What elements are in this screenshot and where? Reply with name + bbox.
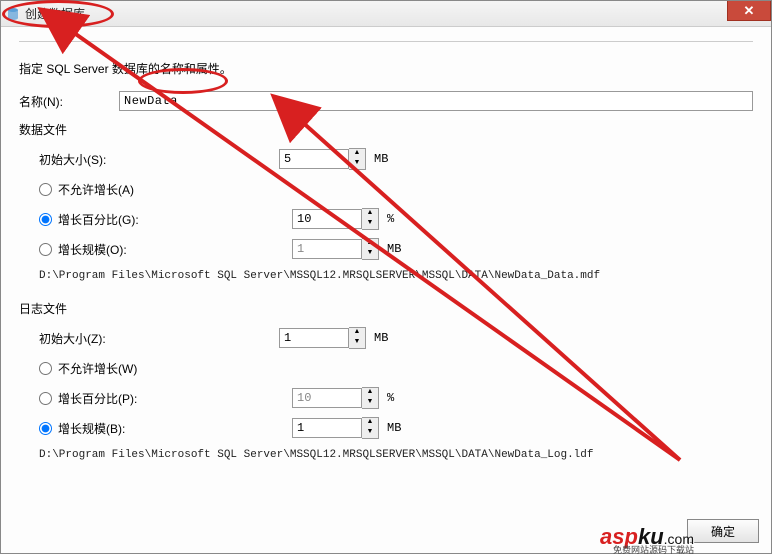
spin-down-icon[interactable]: ▼	[349, 159, 365, 169]
name-label: 名称(N):	[19, 93, 119, 110]
log-growth-percent-input	[292, 388, 362, 408]
unit-label: MB	[387, 242, 401, 256]
log-initial-size-row: 初始大小(Z): ▲▼ MB	[39, 327, 753, 349]
titlebar: 创建数据库 ✕	[1, 1, 771, 27]
name-input[interactable]	[119, 91, 753, 111]
divider	[19, 41, 753, 42]
spin-up-icon: ▲	[362, 239, 378, 249]
log-no-growth-radio[interactable]	[39, 362, 52, 375]
spinner-buttons[interactable]: ▲▼	[362, 417, 379, 439]
data-growth-percent-radio[interactable]	[39, 213, 52, 226]
data-initial-size-label: 初始大小(S):	[39, 151, 279, 168]
dialog-window: 创建数据库 ✕ 指定 SQL Server 数据库的名称和属性。 名称(N): …	[0, 0, 772, 554]
log-file-header: 日志文件	[19, 300, 753, 317]
log-no-growth-label: 不允许增长(W)	[58, 360, 292, 377]
unit-label: MB	[374, 152, 388, 166]
spinner-buttons: ▲▼	[362, 387, 379, 409]
log-growth-size-radio[interactable]	[39, 422, 52, 435]
unit-label: MB	[387, 421, 401, 435]
log-growth-percent-label: 增长百分比(P):	[58, 390, 292, 407]
watermark-subtitle: 免费网站源码下载站	[613, 543, 694, 556]
spin-down-icon: ▼	[362, 249, 378, 259]
data-growth-percent-row: 增长百分比(G): ▲▼ %	[39, 208, 753, 230]
data-no-growth-radio[interactable]	[39, 183, 52, 196]
spin-up-icon[interactable]: ▲	[362, 418, 378, 428]
log-file-path: D:\Program Files\Microsoft SQL Server\MS…	[39, 449, 753, 461]
spin-up-icon: ▲	[362, 388, 378, 398]
data-growth-percent-input[interactable]	[292, 209, 362, 229]
data-growth-percent-label: 增长百分比(G):	[58, 211, 292, 228]
log-initial-size-input[interactable]	[279, 328, 349, 348]
close-button[interactable]: ✕	[727, 1, 771, 21]
data-no-growth-row: 不允许增长(A)	[39, 178, 753, 200]
log-growth-size-label: 增长规模(B):	[58, 420, 292, 437]
spin-up-icon[interactable]: ▲	[349, 149, 365, 159]
log-growth-size-input[interactable]	[292, 418, 362, 438]
data-file-path: D:\Program Files\Microsoft SQL Server\MS…	[39, 270, 753, 282]
window-title: 创建数据库	[25, 5, 85, 22]
spin-down-icon: ▼	[362, 398, 378, 408]
spin-up-icon[interactable]: ▲	[349, 328, 365, 338]
content-area: 指定 SQL Server 数据库的名称和属性。 名称(N): 数据文件 初始大…	[1, 27, 771, 489]
spinner-buttons: ▲▼	[362, 238, 379, 260]
footer: 确定	[687, 519, 759, 543]
data-file-header: 数据文件	[19, 121, 753, 138]
instruction-text: 指定 SQL Server 数据库的名称和属性。	[19, 60, 753, 77]
log-growth-percent-radio[interactable]	[39, 392, 52, 405]
spin-down-icon[interactable]: ▼	[362, 219, 378, 229]
spin-up-icon[interactable]: ▲	[362, 209, 378, 219]
spin-down-icon[interactable]: ▼	[349, 338, 365, 348]
data-growth-size-label: 增长规模(O):	[58, 241, 292, 258]
data-growth-size-row: 增长规模(O): ▲▼ MB	[39, 238, 753, 260]
data-growth-size-input	[292, 239, 362, 259]
data-initial-size-row: 初始大小(S): ▲▼ MB	[39, 148, 753, 170]
unit-label: MB	[374, 331, 388, 345]
log-no-growth-row: 不允许增长(W)	[39, 357, 753, 379]
unit-label: %	[387, 391, 394, 405]
database-icon	[5, 6, 21, 22]
ok-button[interactable]: 确定	[687, 519, 759, 543]
data-growth-size-radio[interactable]	[39, 243, 52, 256]
spinner-buttons[interactable]: ▲▼	[349, 148, 366, 170]
spin-down-icon[interactable]: ▼	[362, 428, 378, 438]
data-initial-size-input[interactable]	[279, 149, 349, 169]
unit-label: %	[387, 212, 394, 226]
spinner-buttons[interactable]: ▲▼	[349, 327, 366, 349]
name-row: 名称(N):	[19, 91, 753, 111]
log-growth-size-row: 增长规模(B): ▲▼ MB	[39, 417, 753, 439]
data-no-growth-label: 不允许增长(A)	[58, 181, 292, 198]
log-growth-percent-row: 增长百分比(P): ▲▼ %	[39, 387, 753, 409]
spinner-buttons[interactable]: ▲▼	[362, 208, 379, 230]
log-initial-size-label: 初始大小(Z):	[39, 330, 279, 347]
